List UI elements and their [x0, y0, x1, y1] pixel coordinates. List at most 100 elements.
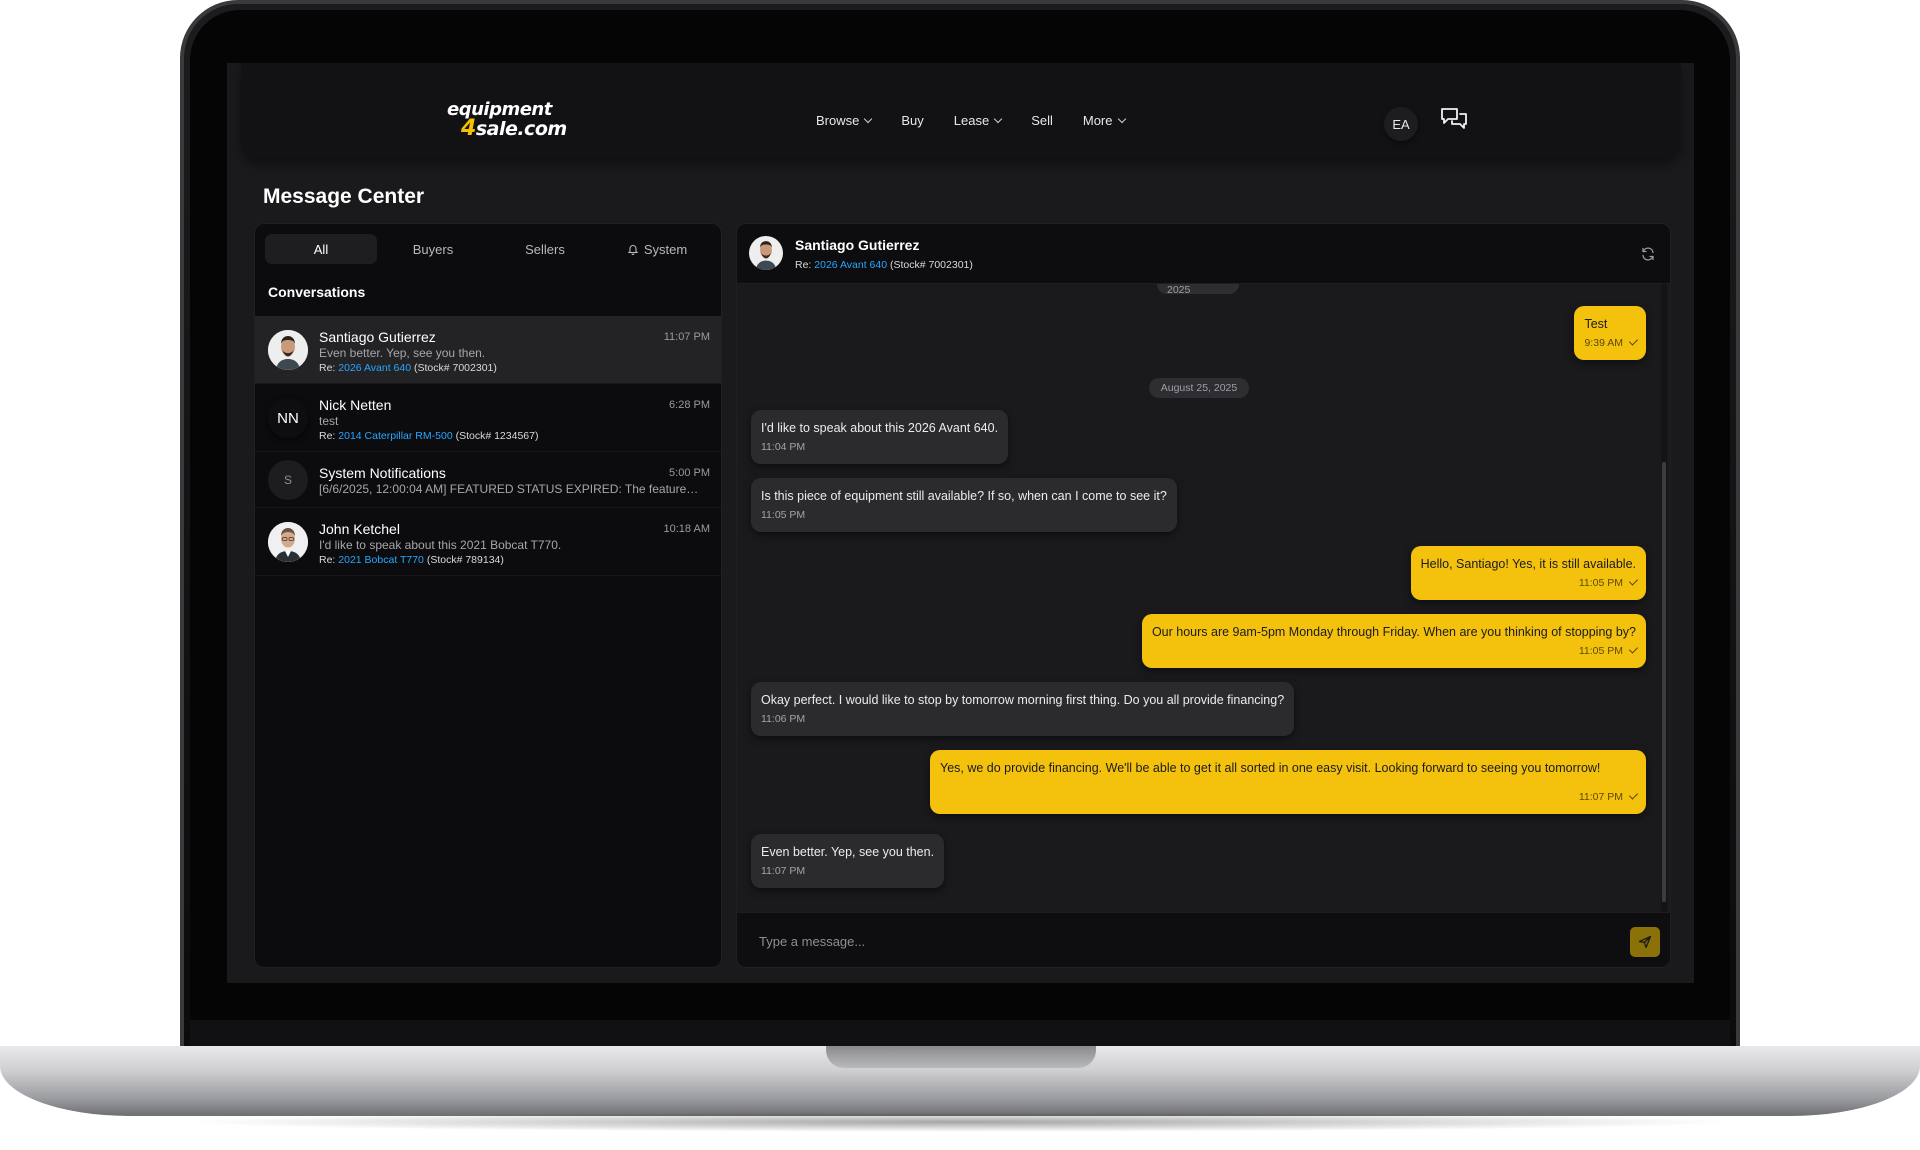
message-time: 9:39 AM — [1584, 335, 1639, 352]
listing-link[interactable]: 2014 Caterpillar RM-500 — [338, 430, 452, 442]
read-check-icon — [1628, 790, 1639, 800]
message-bubble-incoming: Is this piece of equipment still availab… — [751, 478, 1177, 532]
chevron-down-icon — [864, 114, 873, 124]
nav-browse[interactable]: Browse — [816, 113, 873, 128]
conversation-listing-ref: Re: 2014 Caterpillar RM-500 (Stock# 1234… — [319, 430, 538, 442]
read-check-icon — [1628, 336, 1639, 346]
message-text: I'd like to speak about this 2026 Avant … — [761, 421, 999, 435]
laptop-chin — [190, 1020, 1730, 1046]
nav-sell[interactable]: Sell — [1031, 113, 1053, 128]
nav-more[interactable]: More — [1082, 113, 1126, 128]
message-text: Is this piece of equipment still availab… — [761, 489, 1167, 503]
send-button[interactable] — [1630, 927, 1660, 957]
message-time: 11:04 PM — [761, 441, 806, 453]
tab-all-label: All — [313, 241, 329, 257]
re-prefix: Re: — [319, 362, 336, 374]
conversation-time: 11:07 PM — [663, 331, 710, 343]
message-time: 11:05 PM — [1152, 643, 1639, 660]
message-bubble-incoming: I'd like to speak about this 2026 Avant … — [751, 410, 1009, 464]
logo-four: 4 — [461, 116, 476, 141]
person-photo-icon — [268, 522, 308, 562]
nav-sell-label: Sell — [1031, 113, 1053, 128]
message-thread[interactable]: July 12, 2025 Test 9:39 AM August 25, 20… — [737, 284, 1670, 912]
message-text: Hello, Santiago! Yes, it is still availa… — [1420, 557, 1636, 571]
chevron-down-icon — [993, 114, 1003, 124]
nav-more-label: More — [1082, 113, 1113, 128]
nav-lease-label: Lease — [953, 113, 990, 128]
stock-number: (Stock# 7002301) — [889, 259, 973, 271]
laptop-shadow — [180, 1112, 1740, 1132]
chat-listing-ref: Re: 2026 Avant 640 (Stock# 7002301) — [795, 259, 973, 271]
re-prefix: Re: — [319, 554, 336, 566]
avatar — [268, 522, 308, 562]
nav-buy[interactable]: Buy — [901, 113, 923, 128]
tab-system-label: System — [643, 241, 688, 257]
message-input[interactable] — [747, 923, 1607, 959]
tab-buyers[interactable]: Buyers — [377, 234, 489, 264]
listing-link[interactable]: 2026 Avant 640 — [814, 259, 887, 271]
tab-buyers-label: Buyers — [412, 241, 454, 257]
nav-links: Browse Buy Lease Sell More — [816, 113, 1126, 128]
date-divider: July 12, 2025 — [1157, 284, 1239, 296]
conversation-name: System Notifications — [319, 465, 446, 481]
message-text: Yes, we do provide financing. We'll be a… — [940, 761, 1601, 775]
avatar — [268, 330, 308, 370]
conversation-preview: [6/6/2025, 12:00:04 AM] FEATURED STATUS … — [319, 482, 704, 496]
message-text: Okay perfect. I would like to stop by to… — [761, 693, 1285, 707]
messages-icon[interactable] — [1439, 105, 1469, 135]
page-title: Message Center — [263, 185, 425, 208]
message-time: 11:05 PM — [1421, 575, 1639, 592]
conversation-listing-ref: Re: 2021 Bobcat T770 (Stock# 789134) — [319, 554, 504, 566]
message-time: 11:07 PM — [761, 865, 806, 877]
message-time: 11:06 PM — [761, 713, 806, 725]
refresh-icon[interactable] — [1640, 246, 1656, 262]
conversation-time: 5:00 PM — [669, 467, 710, 479]
message-bubble-outgoing: Test 9:39 AM — [1574, 306, 1646, 360]
user-avatar[interactable]: EA — [1384, 107, 1418, 141]
message-bubble-incoming: Even better. Yep, see you then. 11:07 PM — [751, 834, 945, 888]
conversations-panel: All Buyers Sellers System Conversations … — [254, 223, 722, 968]
send-icon — [1638, 935, 1652, 949]
listing-link[interactable]: 2026 Avant 640 — [338, 362, 411, 374]
re-prefix: Re: — [795, 259, 812, 271]
tab-all[interactable]: All — [265, 234, 377, 264]
message-text: Test — [1584, 317, 1608, 331]
message-text: Our hours are 9am-5pm Monday through Fri… — [1151, 625, 1636, 639]
conversation-preview: Even better. Yep, see you then. — [319, 346, 486, 360]
conversation-item[interactable]: Santiago Gutierrez 11:07 PM Even better.… — [255, 316, 721, 384]
conversation-item[interactable]: S System Notifications 5:00 PM [6/6/2025… — [255, 452, 721, 508]
conversation-name: Nick Netten — [319, 397, 392, 413]
conversation-name: John Ketchel — [319, 521, 400, 537]
conversation-name: Santiago Gutierrez — [319, 329, 436, 345]
tab-sellers-label: Sellers — [525, 241, 565, 257]
person-photo-icon — [749, 236, 783, 270]
message-bubble-outgoing: Hello, Santiago! Yes, it is still availa… — [1410, 546, 1646, 600]
listing-link[interactable]: 2021 Bobcat T770 — [338, 554, 424, 566]
re-prefix: Re: — [319, 430, 336, 442]
conversation-item[interactable]: John Ketchel 10:18 AM I'd like to speak … — [255, 508, 721, 576]
scrollbar-thumb[interactable] — [1662, 462, 1666, 902]
avatar-initials: S — [283, 473, 292, 487]
message-text: Even better. Yep, see you then. — [761, 845, 935, 859]
filter-tabs: All Buyers Sellers System — [265, 234, 713, 264]
conversation-item[interactable]: NN Nick Netten 6:28 PM test Re: 2014 Cat… — [255, 384, 721, 452]
person-photo-icon — [268, 330, 308, 370]
logo-domain: sale.com — [475, 118, 567, 140]
chat-contact-name: Santiago Gutierrez — [795, 237, 920, 253]
message-bubble-outgoing: Yes, we do provide financing. We'll be a… — [930, 750, 1646, 814]
chat-panel: Santiago Gutierrez Re: 2026 Avant 640 (S… — [736, 223, 1671, 968]
stock-number: (Stock# 1234567) — [455, 430, 539, 442]
screen: equipment 4sale.com Browse Buy Lease Sel… — [227, 63, 1694, 983]
chat-header: Santiago Gutierrez Re: 2026 Avant 640 (S… — [737, 224, 1670, 284]
conversation-preview: I'd like to speak about this 2021 Bobcat… — [319, 538, 562, 552]
tab-sellers[interactable]: Sellers — [489, 234, 601, 264]
message-time: 11:05 PM — [761, 509, 806, 521]
nav-lease[interactable]: Lease — [953, 113, 1003, 128]
avatar: S — [268, 460, 308, 500]
tab-system[interactable]: System — [601, 234, 713, 264]
top-navbar: equipment 4sale.com Browse Buy Lease Sel… — [241, 63, 1681, 158]
brand-logo[interactable]: equipment 4sale.com — [445, 99, 567, 141]
avatar-initials: NN — [277, 409, 299, 427]
message-composer — [737, 912, 1670, 967]
message-bubble-outgoing: Our hours are 9am-5pm Monday through Fri… — [1141, 614, 1646, 668]
